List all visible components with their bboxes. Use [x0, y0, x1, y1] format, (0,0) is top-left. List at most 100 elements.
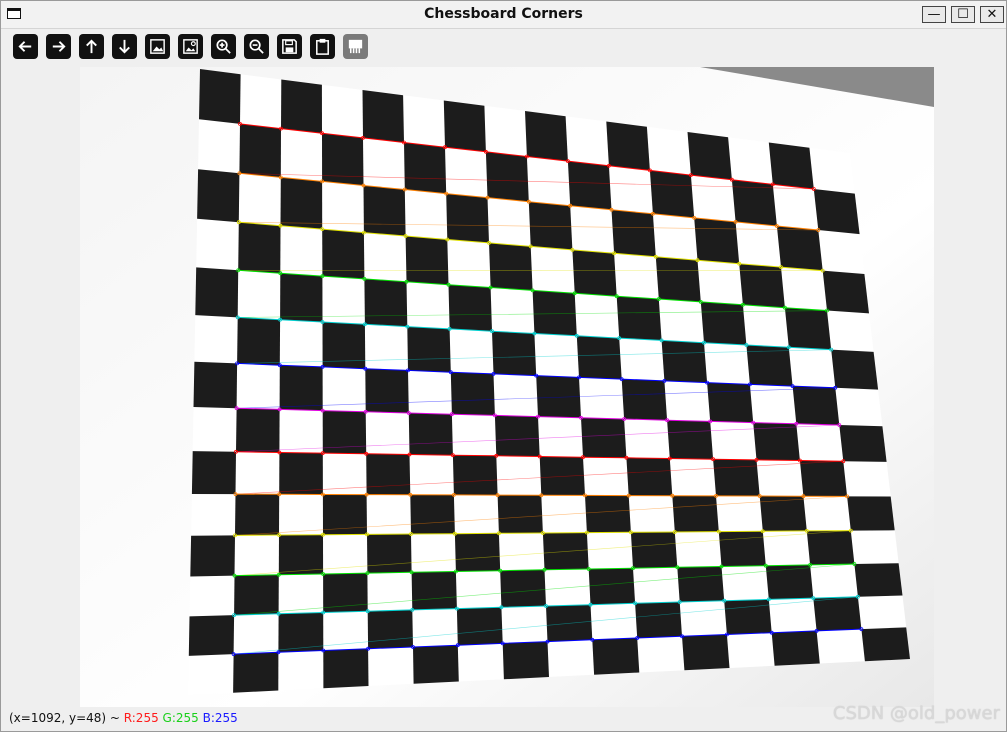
black-square — [621, 379, 668, 421]
black-square — [672, 495, 719, 532]
black-square — [700, 301, 747, 345]
black-square — [489, 242, 533, 291]
black-square — [364, 278, 408, 327]
minimize-button[interactable]: — — [922, 6, 946, 23]
black-square — [191, 451, 236, 495]
black-square — [450, 372, 495, 416]
pixel-blue-value: B:255 — [202, 711, 238, 725]
black-square — [443, 100, 486, 152]
black-square — [572, 249, 617, 297]
black-square — [581, 417, 627, 458]
save-image-icon — [282, 39, 297, 54]
black-square — [771, 630, 820, 666]
black-square — [626, 457, 673, 496]
black-square — [322, 229, 365, 279]
zoom-in-button[interactable] — [211, 34, 236, 59]
black-square — [363, 185, 406, 236]
black-square — [635, 602, 682, 638]
pixel-red-value: R:255 — [123, 711, 159, 725]
black-square — [281, 79, 322, 134]
pan-down-button[interactable] — [112, 34, 137, 59]
black-square — [239, 123, 281, 178]
black-square — [404, 142, 447, 194]
black-square — [567, 161, 612, 210]
black-square — [236, 408, 280, 453]
black-square — [724, 599, 772, 635]
black-square — [411, 571, 457, 610]
black-square — [280, 177, 323, 230]
window-title: Chessboard Corners — [424, 6, 583, 22]
black-square — [611, 209, 656, 257]
black-square — [446, 193, 489, 243]
black-square — [784, 307, 832, 350]
properties-button[interactable] — [343, 34, 368, 59]
black-square — [234, 574, 279, 616]
copy-to-clipboard-icon — [316, 38, 329, 55]
black-square — [452, 455, 498, 496]
black-square — [502, 641, 549, 680]
black-square — [454, 533, 501, 572]
black-square — [539, 456, 585, 496]
black-square — [731, 179, 777, 226]
actual-size-button[interactable] — [178, 34, 203, 59]
black-square — [456, 607, 503, 646]
black-square — [765, 564, 814, 600]
black-square — [235, 494, 280, 536]
black-square — [861, 627, 910, 662]
close-button[interactable]: ✕ — [980, 6, 1004, 23]
black-square — [199, 69, 241, 124]
pan-up-button[interactable] — [79, 34, 104, 59]
black-square — [649, 170, 695, 218]
black-square — [193, 361, 238, 409]
zoom-out-button[interactable] — [244, 34, 269, 59]
black-square — [322, 410, 367, 454]
black-square — [768, 142, 814, 189]
zoom-out-icon — [249, 39, 264, 54]
zoom-in-icon — [216, 39, 231, 54]
fit-image-button[interactable] — [145, 34, 170, 59]
black-square — [408, 413, 453, 456]
black-square — [367, 609, 413, 649]
black-square — [576, 335, 622, 380]
black-square — [279, 452, 323, 495]
black-square — [694, 217, 740, 264]
black-square — [592, 638, 640, 675]
black-square — [718, 531, 766, 567]
black-square — [322, 133, 364, 186]
black-square — [323, 573, 368, 613]
black-square — [667, 420, 714, 460]
black-square — [494, 415, 540, 457]
black-square — [525, 111, 568, 162]
save-image-button[interactable] — [277, 34, 302, 59]
black-square — [366, 453, 411, 495]
copy-to-clipboard-button[interactable] — [310, 34, 335, 59]
black-square — [197, 169, 240, 223]
black-square — [661, 340, 708, 383]
black-square — [606, 121, 650, 171]
status-bar: (x=1092, y=48) ~ R:255 G:255 B:255 — [9, 711, 238, 725]
app-window: Chessboard Corners — ☐ ✕ (x=1092, y=48) … — [0, 0, 1007, 732]
forward-button[interactable] — [46, 34, 71, 59]
image-canvas[interactable] — [80, 67, 934, 707]
black-square — [813, 189, 860, 235]
black-square — [448, 284, 492, 332]
black-square — [278, 534, 324, 575]
black-square — [485, 151, 529, 202]
black-square — [847, 496, 895, 531]
title-bar[interactable]: Chessboard Corners — ☐ ✕ — [1, 1, 1006, 29]
black-square — [707, 382, 754, 423]
back-icon — [18, 41, 32, 52]
forward-icon — [52, 41, 66, 52]
chessboard-image — [80, 67, 934, 707]
black-square — [655, 256, 701, 302]
cursor-coordinates: (x=1092, y=48) ~ — [9, 711, 124, 725]
black-square — [677, 566, 725, 602]
black-square — [238, 222, 281, 274]
pan-up-icon — [86, 39, 97, 54]
pixel-green-value: G:255 — [162, 711, 199, 725]
black-square — [497, 495, 543, 534]
back-button[interactable] — [13, 34, 38, 59]
black-square — [792, 386, 840, 425]
black-square — [410, 494, 455, 534]
maximize-button[interactable]: ☐ — [951, 6, 975, 23]
